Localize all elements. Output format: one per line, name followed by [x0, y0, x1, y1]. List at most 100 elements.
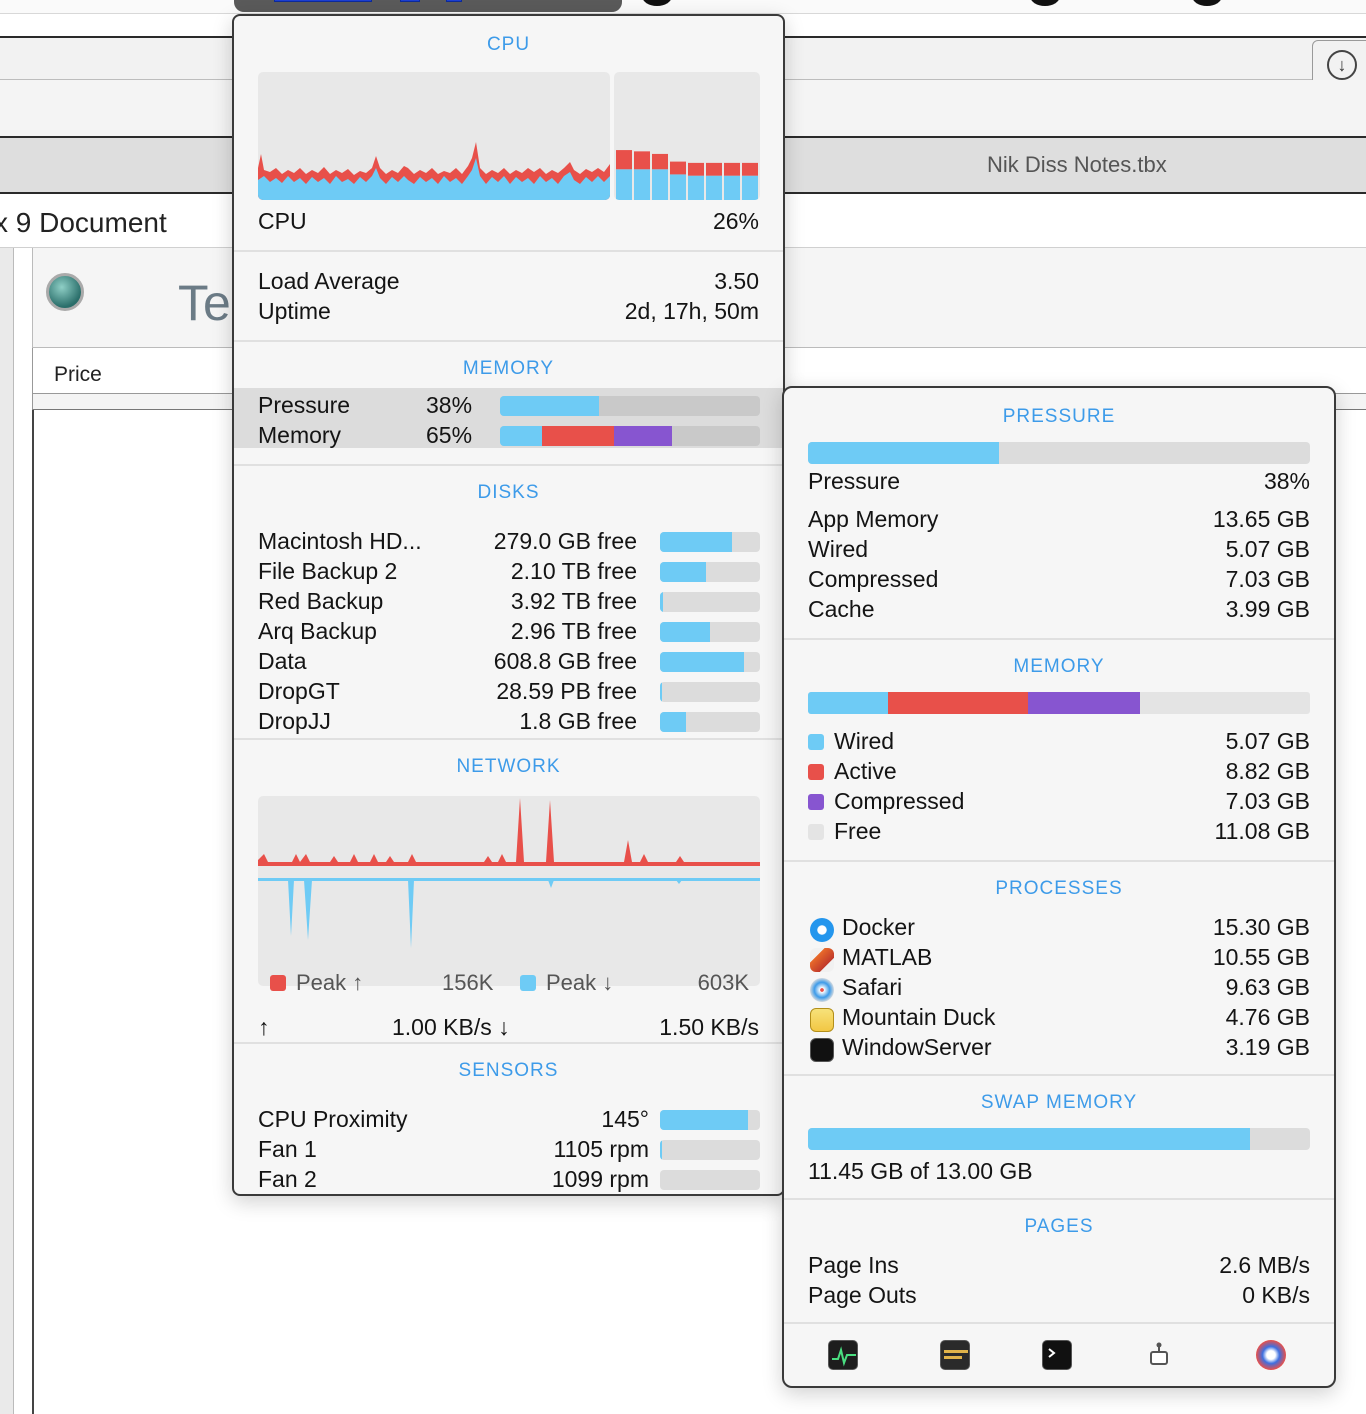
pressure-section: PRESSURE Pressure 38% App Memory 13.65 GB Wi…	[784, 388, 1334, 640]
disk-name: File Backup 2	[258, 558, 398, 584]
process-name[interactable]: MATLAB	[842, 944, 932, 971]
network-graph[interactable]	[258, 796, 760, 986]
pressure-row-label: Cache	[808, 596, 875, 622]
istat-menus-icon[interactable]	[1256, 1340, 1286, 1370]
disk-name: Macintosh HD...	[258, 528, 422, 554]
memory-detail-popover: PRESSURE Pressure 38% App Memory 13.65 GB Wi…	[782, 386, 1336, 1388]
console-icon[interactable]	[940, 1340, 970, 1370]
terminal-icon[interactable]	[1042, 1340, 1072, 1370]
memory-legend-item: Wired	[808, 728, 894, 755]
memory-legend-item: Compressed	[808, 788, 964, 815]
processes-header: PROCESSES	[995, 878, 1123, 899]
cpu-user-bar	[652, 169, 668, 200]
disk-usage-bar	[660, 712, 760, 732]
sensor-value: 1105 rpm	[553, 1136, 649, 1162]
sensor-value: 1099 rpm	[551, 1166, 649, 1192]
swap-header: SWAP MEMORY	[980, 1092, 1138, 1113]
process-memory: 4.76 GB	[1225, 1004, 1310, 1030]
menu-bar-status-item[interactable]	[234, 0, 622, 12]
disk-usage-bar	[660, 622, 760, 642]
memory-legend-value: 11.08 GB	[1214, 818, 1310, 844]
uptime-value: 2d, 17h, 50m	[624, 298, 759, 324]
column-header-price[interactable]: Price	[54, 363, 102, 387]
disk-name: Red Backup	[258, 588, 384, 614]
swap-bar-fill	[808, 1128, 1250, 1150]
sensors-section: SENSORS CPU Proximity 145° Fan 1 1105 rpm Fa…	[234, 1044, 783, 1194]
load-section: Load Average 3.50 Uptime 2d, 17h, 50m	[234, 252, 783, 342]
cpu-system-bar	[616, 150, 632, 170]
sensor-bar-fill	[660, 1140, 662, 1160]
cpu-user-bar	[706, 175, 722, 200]
process-name[interactable]: Docker	[842, 914, 915, 941]
memory-label: Memory	[258, 422, 342, 448]
sensor-bar	[660, 1170, 760, 1190]
disk-usage-bar	[660, 532, 760, 552]
sensor-name: CPU Proximity	[258, 1106, 408, 1132]
download-rate: 1.50 KB/s	[659, 1014, 759, 1040]
cpu-system-bar	[634, 151, 650, 170]
process-name[interactable]: WindowServer	[842, 1034, 992, 1061]
peak-up-label: Peak	[296, 970, 347, 995]
disk-usage-bar	[660, 682, 760, 702]
pressure-bar	[500, 396, 760, 416]
cpu-system-bar	[670, 161, 686, 175]
cpu-user-bar	[724, 175, 740, 200]
memory-active-segment	[542, 426, 614, 446]
record-title: Te	[178, 275, 231, 331]
status-orb-icon[interactable]	[46, 273, 84, 311]
network-header: NETWORK	[456, 756, 561, 777]
cpu-value: 26%	[712, 208, 759, 234]
disk-usage-fill	[660, 592, 663, 612]
process-memory: 9.63 GB	[1225, 974, 1310, 1000]
activity-monitor-icon[interactable]	[828, 1340, 858, 1370]
cpu-header: CPU	[486, 34, 531, 55]
disk-usage-fill	[660, 562, 706, 582]
detail-pressure-bar	[808, 442, 1310, 464]
pressure-row-value: 38%	[1263, 468, 1310, 494]
disk-name: DropGT	[258, 678, 340, 704]
uptime-label: Uptime	[258, 298, 331, 324]
download-button[interactable]: ↓	[1312, 40, 1366, 82]
pressure-row-value: 3.99 GB	[1225, 596, 1310, 622]
cpu-user-bar	[634, 169, 650, 200]
memory-legend-label: Active	[834, 758, 897, 784]
pressure-value: 38%	[426, 392, 473, 418]
download-icon: ↓	[1327, 50, 1357, 80]
process-memory: 10.55 GB	[1212, 944, 1310, 970]
memory-legend-value: 8.82 GB	[1225, 758, 1310, 784]
page-ins-label: Page Ins	[808, 1252, 899, 1278]
detail-pressure-fill	[808, 442, 999, 464]
pressure-row-value: 5.07 GB	[1225, 536, 1310, 562]
arrow-up-icon: ↑	[352, 970, 364, 995]
mountain-duck-icon	[810, 1008, 834, 1032]
pressure-bar-fill	[500, 396, 599, 416]
memory-bar	[500, 426, 760, 446]
sensor-name: Fan 1	[258, 1136, 317, 1162]
legend-swatch	[808, 764, 824, 780]
memory-legend-value: 7.03 GB	[1225, 788, 1310, 814]
cpu-system-bar	[688, 162, 704, 176]
memory-legend-label: Compressed	[834, 788, 965, 814]
cpu-user-bar	[616, 169, 632, 200]
sensor-name: Fan 2	[258, 1166, 317, 1192]
cpu-history-graph[interactable]	[258, 72, 610, 200]
upload-arrow-icon: ↑	[258, 1014, 270, 1040]
process-memory: 3.19 GB	[1225, 1034, 1310, 1060]
swap-section: SWAP MEMORY 11.45 GB of 13.00 GB	[784, 1076, 1334, 1200]
system-info-icon[interactable]	[1144, 1340, 1174, 1370]
menu-bar	[0, 0, 1366, 14]
window-title[interactable]: Nik Diss Notes.tbx	[987, 152, 1167, 178]
process-name[interactable]: Safari	[842, 974, 902, 1001]
memory-breakdown-section: MEMORY Wired 5.07 GB Active 8.82 GB Compress…	[784, 640, 1334, 862]
disk-usage-bar	[660, 562, 760, 582]
window-server-icon	[810, 1038, 834, 1062]
disk-free: 3.92 TB free	[510, 588, 637, 614]
swap-bar	[808, 1128, 1310, 1150]
wired-segment	[808, 692, 888, 714]
memory-legend-item: Free	[808, 818, 881, 845]
download-arrow-icon: ↓	[498, 1014, 510, 1040]
process-name[interactable]: Mountain Duck	[842, 1004, 995, 1031]
cpu-user-bar	[742, 175, 758, 200]
memory-legend-label: Free	[834, 818, 882, 844]
cpu-bars-graph[interactable]	[614, 72, 760, 200]
